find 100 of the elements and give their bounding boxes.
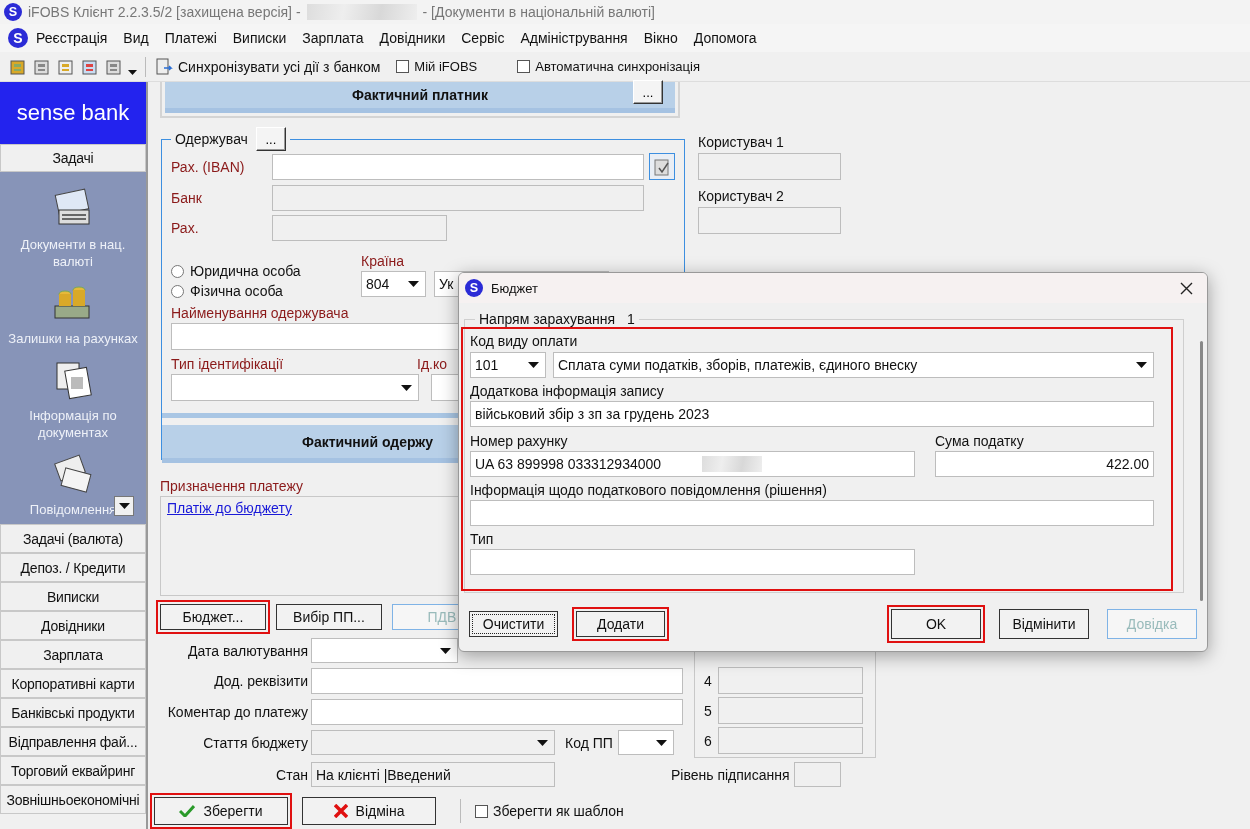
group-number: 1 [627,311,635,327]
input-field[interactable]: військовий збір з зп за грудень 2023 [470,401,1154,427]
section-title: Фактичний платник [352,87,488,103]
menu-item[interactable]: Довідники [371,30,454,46]
check-icon [179,805,196,817]
sidebar-item[interactable]: Зарплата [0,640,146,669]
row-number: 6 [703,732,713,749]
field-label: Ід.ко [417,356,448,372]
group-title: Одержувач [175,131,248,147]
menu-item[interactable]: Платежі [156,30,225,46]
input-field[interactable] [718,697,863,724]
more-button[interactable]: ... [633,80,663,104]
field-label: Рах. (IBAN) [171,158,246,175]
menu-item[interactable]: Зарплата [294,30,372,46]
caret-icon [408,281,419,287]
input-field[interactable]: На клієнті |Введений [311,762,555,787]
field-label: Банк [171,190,203,206]
menu-item[interactable]: Сервіс [453,30,513,46]
sidebar-header[interactable]: Задачі [0,144,146,172]
caret-icon [528,362,539,368]
checkbox-label: Автоматична синхронізація [535,59,700,74]
window-title: iFOBS Клієнт 2.2.3.5/2 [захищена версія] - [28,4,301,20]
input-field[interactable] [718,667,863,694]
input-field[interactable]: UA 63 899998 033312934000 [470,451,915,477]
input-field[interactable] [793,762,841,787]
checkbox[interactable] [517,60,531,73]
field-label: Рах. [171,220,200,236]
dropdown-field[interactable]: Сплата суми податків, зборів, платежів, єдиного внеску [553,352,1154,378]
save-button[interactable]: Зберегти [154,797,288,825]
input-field[interactable] [311,668,683,694]
input-field[interactable] [272,185,644,211]
sync-button[interactable]: Синхронізувати усі дії з банком [178,58,381,75]
form-button[interactable]: Вибір ПП... [276,604,382,630]
more-button[interactable]: ... [255,127,286,151]
dropdown-field[interactable]: 804 [361,271,426,297]
radio-button[interactable] [171,284,184,298]
caret-icon [537,739,548,746]
field-label: Тип [470,531,494,547]
dropdown-field[interactable]: 101 [470,352,546,378]
checkbox[interactable] [396,60,410,73]
envelopes-icon [51,451,95,495]
dropdown-field[interactable] [171,374,419,401]
field-label: Інформація щодо податкового повідомлення (рішення) [470,482,827,498]
radio-label: Фізична особа [190,283,283,299]
caret-icon [440,647,451,654]
app-logo[interactable]: S [8,28,28,48]
sidebar-item[interactable]: Зовнішньоекономічні [0,785,146,814]
input-field[interactable] [272,215,447,241]
section-title: Фактичний одержу [302,433,433,450]
input-field[interactable] [470,549,915,575]
checkbox[interactable] [475,804,488,818]
sidebar-item[interactable]: Депоз. / Кредити [0,553,146,582]
sidebar-item[interactable]: Відправлення фай... [0,727,146,756]
dropdown-field[interactable] [311,730,555,755]
menu-item[interactable]: Вікно [635,30,686,46]
input-field[interactable] [311,699,683,725]
field-label: Користувач 2 [698,188,784,204]
cancel-button[interactable]: Відміна [302,797,436,825]
dialog-button[interactable]: OK [891,609,981,639]
sidebar-item[interactable]: Задачі (валюта) [0,524,146,553]
field-label: Стаття бюджету [202,734,309,751]
field-label: Коментар до платежу [166,704,309,720]
field-label: Рівень підписання [671,766,790,783]
menu-item[interactable]: Вид [115,30,157,46]
field-label: Стан [275,766,309,783]
redacted-block [702,456,762,472]
row-number: 4 [703,672,713,689]
menu-item[interactable]: Допомога [685,30,765,46]
checkbox-label: Мій iFOBS [414,59,478,74]
radio-button[interactable] [171,264,184,278]
menu-item[interactable]: Адміністрування [512,30,636,46]
dialog-button[interactable]: Відмінити [999,609,1089,639]
clipboard-button[interactable] [649,153,675,180]
dialog-button[interactable]: Очистити [469,611,558,637]
input-field[interactable] [718,727,863,754]
input-field[interactable] [272,153,644,180]
field-label: Сума податку [935,433,1024,449]
input-field[interactable] [470,500,1154,526]
sidebar-item[interactable]: Корпоративні карти [0,669,146,698]
window-title: - [Документи в національній валюті] [422,4,655,20]
field-label: Дод. реквізити [213,673,309,689]
sidebar-item[interactable]: Довідники [0,611,146,640]
menu-item[interactable]: Реєстрація [28,30,116,46]
dropdown-field[interactable] [311,638,458,663]
input-field[interactable]: 422.00 [935,451,1154,477]
scrollbar[interactable] [1200,341,1203,601]
dialog-button[interactable]: Додати [576,611,665,637]
sidebar-item[interactable]: Виписки [0,582,146,611]
dropdown-button[interactable] [114,496,134,516]
dropdown-field[interactable] [617,730,674,755]
input-field[interactable] [698,153,841,180]
form-button[interactable]: Бюджет... [160,604,266,630]
input-field[interactable] [698,207,841,234]
sidebar-item[interactable]: Банківські продукти [0,698,146,727]
sidebar-item[interactable]: Торговий еквайринг [0,756,146,785]
link[interactable]: Платіж до бюджету [167,500,292,516]
menu-item[interactable]: Виписки [224,30,295,46]
sync-icon[interactable] [154,56,174,77]
field-label: Додаткова інформація запису [470,383,664,399]
caret-icon[interactable] [128,70,137,75]
